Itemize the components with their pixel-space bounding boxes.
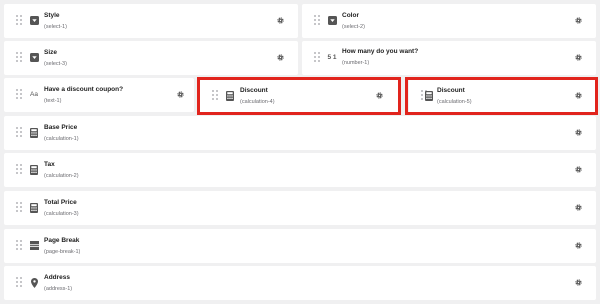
field-card-color[interactable]: Color (select-2) (302, 4, 596, 38)
field-id: (select-2) (342, 24, 365, 30)
field-card-style[interactable]: Style (select-1) (4, 4, 298, 38)
field-title: Discount (437, 87, 465, 94)
field-id: (text-1) (44, 98, 62, 104)
field-title: Address (44, 274, 71, 281)
field-id: (select-1) (44, 24, 67, 30)
location-pin-icon (29, 276, 39, 289)
field-card-size[interactable]: Size (select-3) (4, 41, 298, 75)
field-card-page-break[interactable]: Page Break (page-break-1) (4, 229, 596, 263)
gear-icon[interactable] (376, 92, 383, 99)
field-card-coupon[interactable]: Aa Have a discount coupon? (text-1) (4, 78, 194, 112)
select-icon (29, 51, 39, 64)
field-title: How many do you want? (342, 48, 419, 55)
field-id: (page-break-1) (44, 249, 81, 255)
field-title: Discount (240, 87, 268, 94)
gear-icon[interactable] (575, 129, 582, 136)
field-title: Total Price (44, 199, 77, 206)
gear-icon[interactable] (277, 54, 284, 61)
field-title: Tax (44, 161, 55, 168)
drag-handle-icon[interactable] (16, 127, 22, 138)
gear-icon[interactable] (277, 17, 284, 24)
drag-handle-icon[interactable] (314, 15, 320, 26)
field-id: (calculation-3) (44, 211, 79, 217)
field-card-address[interactable]: Address (address-1) (4, 266, 596, 300)
field-card-quantity[interactable]: 5 1 How many do you want? (number-1) (302, 41, 596, 75)
field-id: (calculation-1) (44, 136, 79, 142)
drag-handle-icon[interactable] (16, 89, 22, 100)
gear-icon[interactable] (575, 204, 582, 211)
field-card-tax[interactable]: Tax (calculation-2) (4, 153, 596, 187)
field-card-base-price[interactable]: Base Price (calculation-1) (4, 116, 596, 150)
calculator-icon (29, 201, 39, 214)
drag-handle-icon[interactable] (314, 52, 320, 63)
drag-handle-icon[interactable] (16, 164, 22, 175)
gear-icon[interactable] (575, 54, 582, 61)
calculator-icon (225, 89, 235, 102)
field-id: (calculation-4) (240, 99, 275, 105)
gear-icon[interactable] (575, 92, 582, 99)
drag-handle-icon[interactable] (16, 52, 22, 63)
field-id: (calculation-2) (44, 173, 79, 179)
field-title: Have a discount coupon? (44, 86, 124, 93)
drag-handle-icon[interactable] (16, 240, 22, 251)
field-title: Base Price (44, 124, 78, 131)
calculator-icon (29, 163, 39, 176)
select-icon (29, 14, 39, 27)
select-icon (327, 14, 337, 27)
field-title: Style (44, 12, 60, 19)
page-break-icon (29, 239, 39, 252)
gear-icon[interactable] (575, 17, 582, 24)
drag-handle-icon[interactable] (16, 15, 22, 26)
field-card-discount-4[interactable]: Discount (calculation-4) (200, 79, 398, 113)
field-title: Size (44, 49, 58, 56)
field-title: Page Break (44, 237, 80, 244)
gear-icon[interactable] (575, 279, 582, 286)
field-id: (select-3) (44, 61, 67, 67)
field-card-total-price[interactable]: Total Price (calculation-3) (4, 191, 596, 225)
number-icon: 5 1 (327, 54, 337, 61)
field-title: Color (342, 12, 359, 19)
field-id: (address-1) (44, 286, 73, 292)
field-card-discount-5[interactable]: Discount (calculation-5) (409, 79, 595, 113)
field-id: (number-1) (342, 60, 370, 66)
gear-icon[interactable] (177, 91, 184, 98)
drag-handle-icon[interactable] (16, 202, 22, 213)
calculator-icon (424, 89, 434, 102)
text-icon: Aa (30, 91, 38, 98)
drag-handle-icon[interactable] (16, 277, 22, 288)
calculator-icon (29, 126, 39, 139)
field-id: (calculation-5) (437, 99, 472, 105)
gear-icon[interactable] (575, 242, 582, 249)
drag-handle-icon[interactable] (212, 90, 218, 101)
gear-icon[interactable] (575, 166, 582, 173)
